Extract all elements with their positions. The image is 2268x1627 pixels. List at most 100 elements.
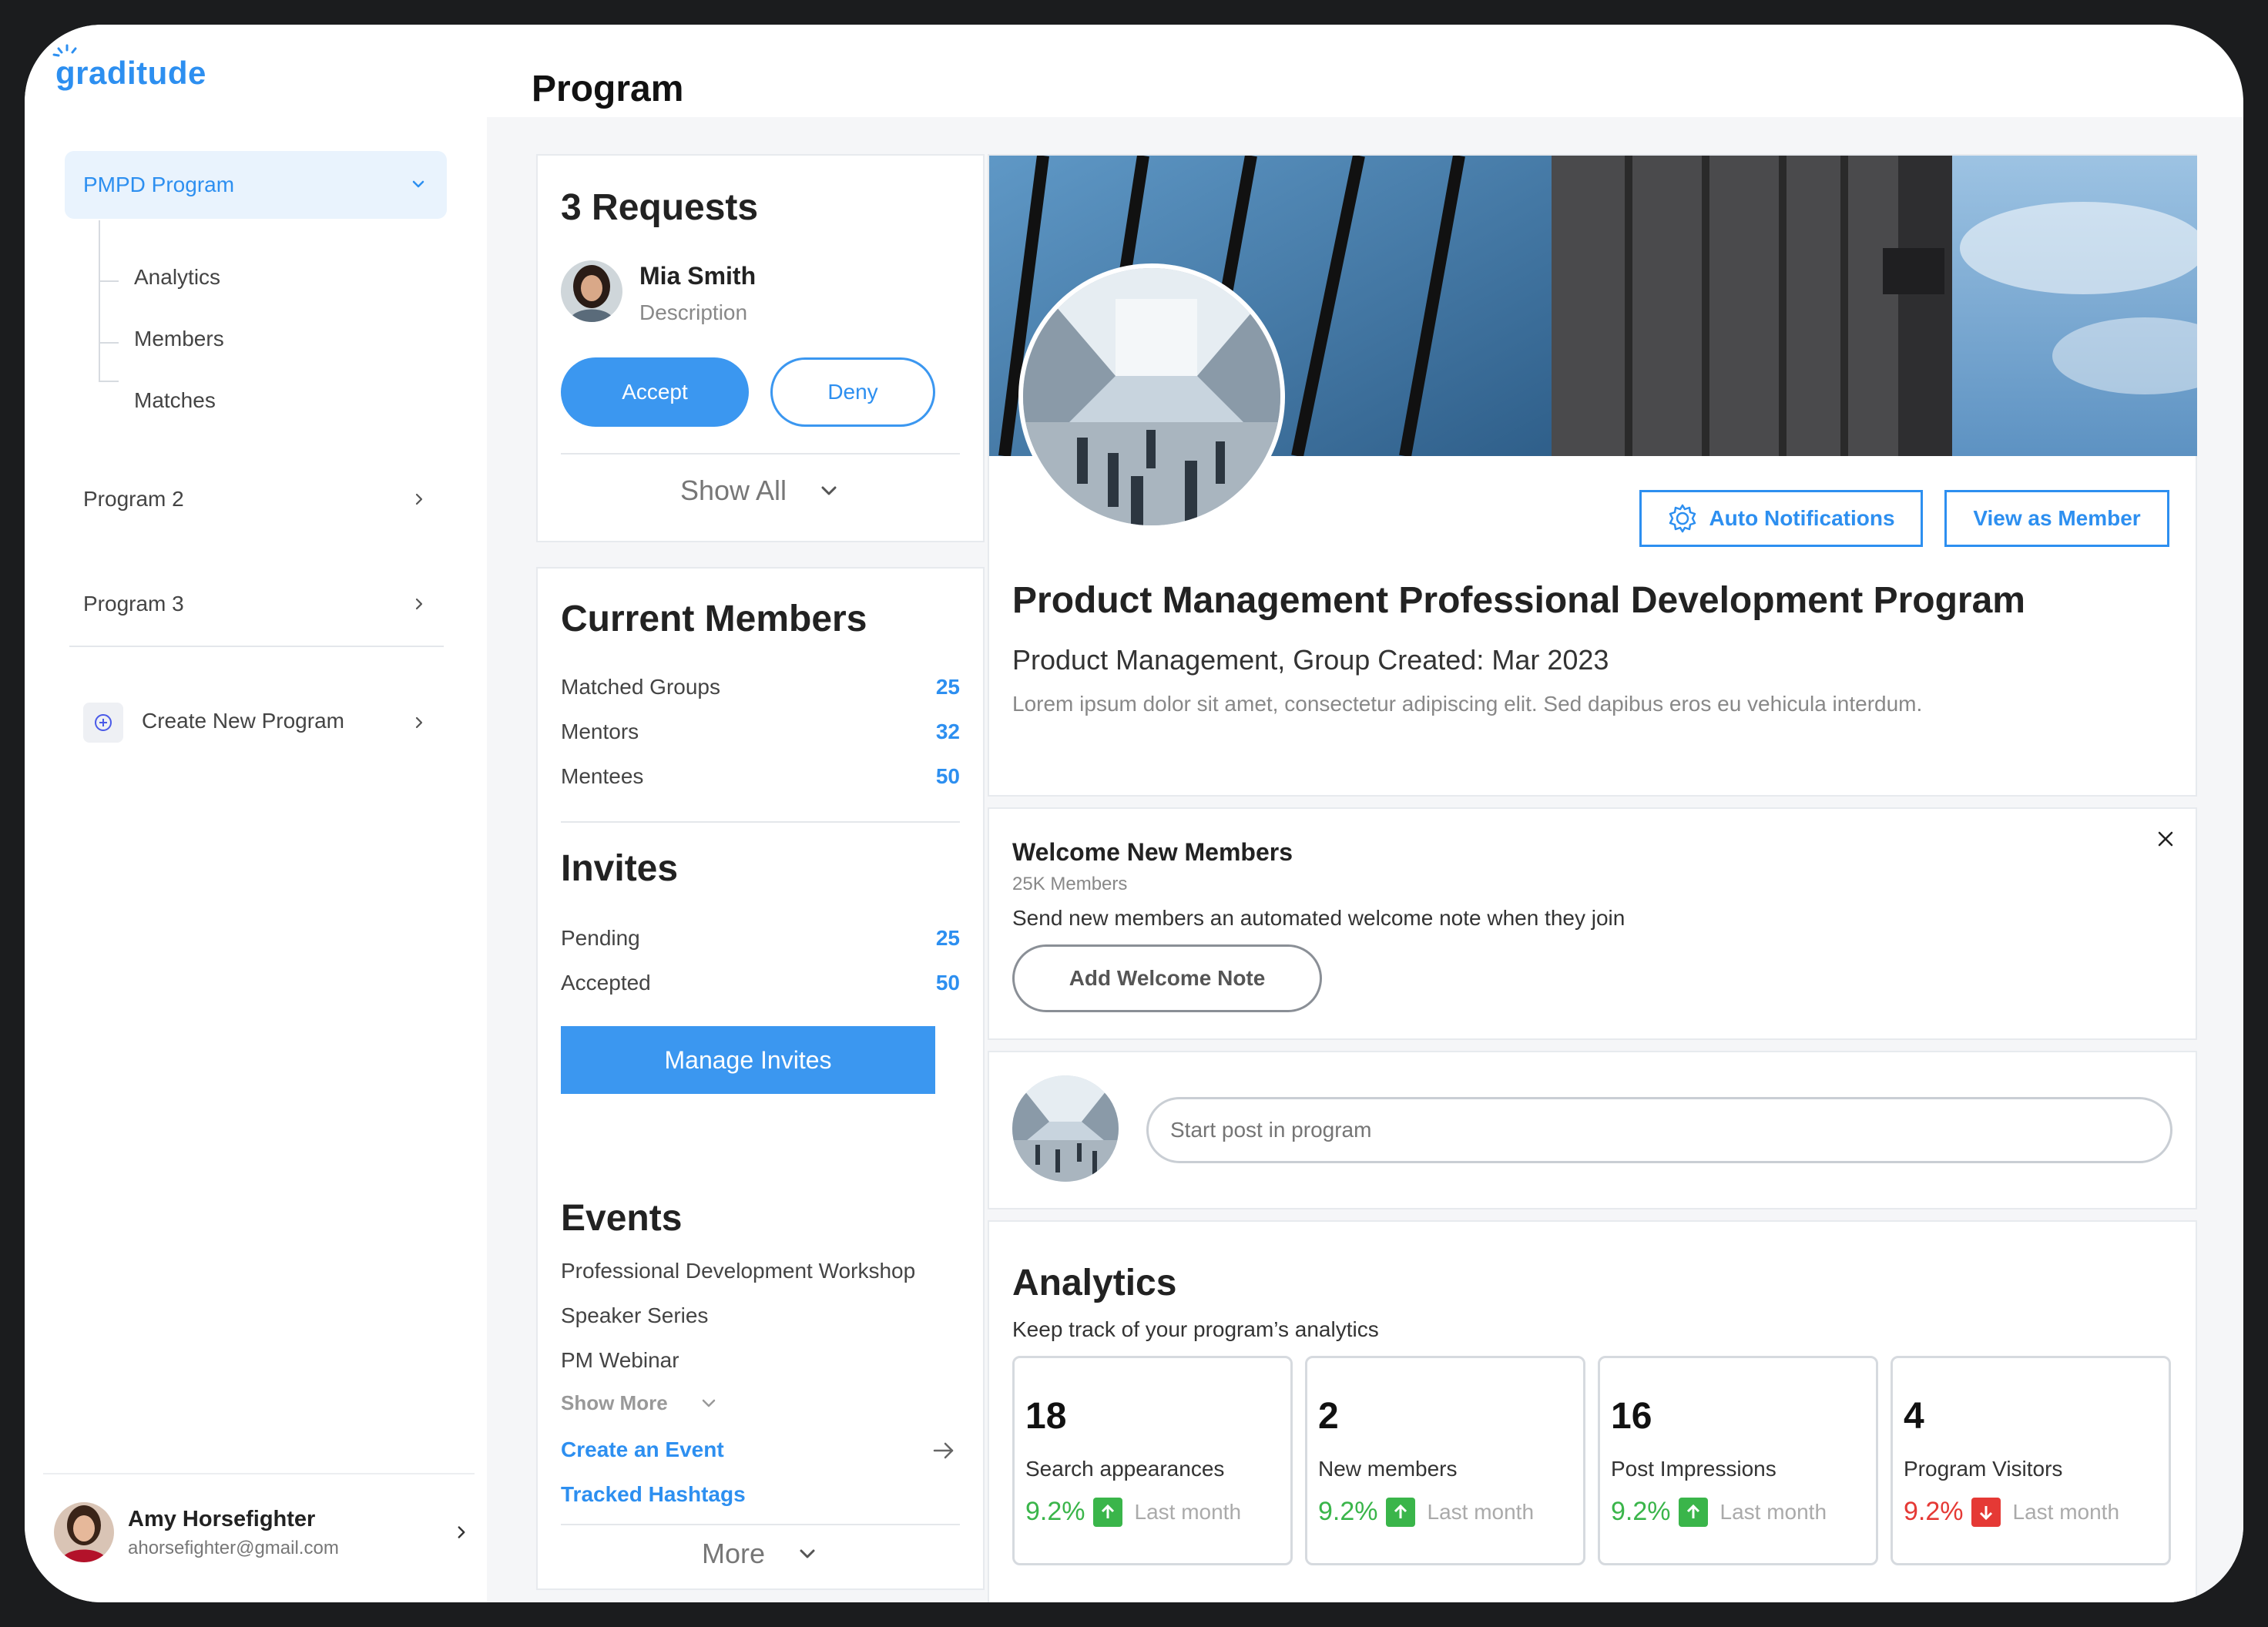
deny-button[interactable]: Deny [770, 357, 935, 427]
program-title: Product Management Professional Developm… [1012, 580, 2025, 621]
show-all-button[interactable]: Show All [538, 475, 983, 507]
user-email: ahorsefighter@gmail.com [128, 1538, 339, 1558]
chevron-right-icon[interactable] [410, 595, 428, 613]
metric-label: Program Visitors [1904, 1457, 2063, 1481]
metric-period: Last month [1719, 1499, 1827, 1524]
welcome-title: Welcome New Members [1012, 838, 1293, 866]
sidebar: g raditude PMPD Program Analytics Member… [25, 25, 487, 1602]
gear-icon [1669, 504, 1696, 533]
sidebar-divider [69, 646, 444, 647]
chevron-down-icon [800, 1549, 815, 1558]
stat-row: Matched Groups 25 [561, 675, 960, 699]
arrow-up-icon [1385, 1497, 1415, 1527]
stat-label: Matched Groups [561, 675, 720, 699]
avatar [54, 1502, 114, 1562]
chevron-right-icon[interactable] [410, 713, 428, 732]
metric-label: Post Impressions [1611, 1457, 1776, 1481]
metric-change: 9.2% Last month [1318, 1497, 1534, 1527]
arrow-right-icon[interactable] [931, 1437, 957, 1464]
analytics-title: Analytics [1012, 1263, 1177, 1303]
close-icon[interactable] [2152, 826, 2179, 852]
metric-change: 9.2% Last month [1904, 1497, 2119, 1527]
members-card: Current Members Matched Groups 25 Mentor… [536, 567, 985, 1146]
stat-value: 50 [935, 764, 960, 788]
metric-value: 16 [1611, 1396, 1652, 1437]
stat-row: Accepted 50 [561, 971, 960, 995]
tree-branch [99, 280, 119, 282]
metric-period: Last month [2012, 1499, 2120, 1524]
metric-change-value: 9.2% [1611, 1497, 1671, 1526]
show-more-label: Show More [561, 1391, 668, 1414]
sidebar-item-program-2[interactable]: Program 2 [83, 487, 184, 512]
stat-label: Pending [561, 926, 640, 950]
metric-card[interactable]: 4 Program Visitors 9.2% Last month [1891, 1356, 2171, 1565]
metric-card[interactable]: 18 Search appearances 9.2% Last month [1012, 1356, 1293, 1565]
manage-invites-button[interactable]: Manage Invites [561, 1026, 935, 1094]
members-title: Current Members [561, 599, 867, 639]
logo-text: raditude [75, 55, 206, 91]
sidebar-subitem-members[interactable]: Members [134, 327, 224, 351]
show-more-button[interactable]: Show More [561, 1391, 719, 1415]
metric-value: 4 [1904, 1396, 1924, 1437]
accept-button[interactable]: Accept [561, 357, 749, 427]
tracked-hashtags-link[interactable]: Tracked Hashtags [561, 1482, 746, 1507]
welcome-card: Welcome New Members 25K Members Send new… [988, 807, 2197, 1040]
arrow-up-icon [1678, 1497, 1708, 1527]
stat-value: 25 [935, 926, 960, 950]
stat-label: Accepted [561, 971, 651, 995]
sidebar-item-program-3[interactable]: Program 3 [83, 592, 184, 616]
view-as-member-button[interactable]: View as Member [1944, 490, 2169, 547]
invites-title: Invites [561, 848, 679, 889]
plus-circle-icon [95, 714, 112, 731]
requests-title: 3 Requests [561, 187, 759, 228]
sidebar-item-pmpd-program[interactable]: PMPD Program [65, 151, 447, 219]
chevron-down-icon [702, 1399, 715, 1407]
metric-card[interactable]: 2 New members 9.2% Last month [1305, 1356, 1585, 1565]
add-welcome-note-button[interactable]: Add Welcome Note [1012, 944, 1322, 1012]
more-button[interactable]: More [538, 1538, 983, 1570]
metric-value: 18 [1025, 1396, 1067, 1437]
metric-label: New members [1318, 1457, 1458, 1481]
page-title: Program [532, 69, 684, 109]
welcome-text: Send new members an automated welcome no… [1012, 906, 1626, 930]
chevron-right-icon[interactable] [410, 490, 428, 508]
event-item[interactable]: Speaker Series [561, 1303, 708, 1328]
create-program-label[interactable]: Create New Program [142, 709, 344, 733]
show-all-label: Show All [679, 475, 787, 506]
event-item[interactable]: Professional Development Workshop [561, 1259, 915, 1283]
stat-row: Pending 25 [561, 926, 960, 951]
create-event-link[interactable]: Create an Event [561, 1437, 724, 1462]
sidebar-subitem-matches[interactable]: Matches [134, 388, 216, 413]
post-input[interactable] [1146, 1097, 2172, 1163]
more-label: More [701, 1538, 766, 1569]
graditude-logo[interactable]: g raditude [52, 44, 206, 100]
stat-value: 50 [935, 971, 960, 995]
stat-value: 25 [935, 675, 960, 699]
auto-notifications-button[interactable]: Auto Notifications [1639, 490, 1923, 547]
metric-card[interactable]: 16 Post Impressions 9.2% Last month [1598, 1356, 1878, 1565]
analytics-card: Analytics Keep track of your program’s a… [988, 1220, 2197, 1602]
metric-period: Last month [1427, 1499, 1535, 1524]
sidebar-item-label: PMPD Program [83, 173, 235, 196]
requester-name: Mia Smith [639, 262, 757, 290]
divider [561, 453, 960, 455]
user-profile-area[interactable]: Amy Horsefighter ahorsefighter@gmail.com [43, 1473, 475, 1573]
program-profile-card: Auto Notifications View as Member Produc… [988, 154, 2197, 797]
stat-label: Mentees [561, 764, 644, 788]
stat-value: 32 [935, 720, 960, 743]
sidebar-subitem-analytics[interactable]: Analytics [134, 265, 220, 290]
app-window: g raditude PMPD Program Analytics Member… [25, 25, 2243, 1602]
tree-branch [99, 381, 119, 382]
metric-change-value: 9.2% [1904, 1497, 1964, 1526]
create-program-button[interactable] [83, 703, 123, 743]
metric-change: 9.2% Last month [1611, 1497, 1827, 1527]
event-item[interactable]: PM Webinar [561, 1348, 679, 1373]
program-subtitle: Product Management, Group Created: Mar 2… [1012, 644, 1609, 676]
program-avatar [1018, 263, 1285, 530]
divider [561, 1524, 960, 1525]
chevron-right-icon[interactable] [451, 1522, 471, 1542]
events-card: Events Professional Development Workshop… [536, 1142, 985, 1590]
requests-card: 3 Requests Mia Smith Description Accept … [536, 154, 985, 542]
post-composer-card [988, 1051, 2197, 1209]
chevron-down-icon [412, 180, 424, 188]
